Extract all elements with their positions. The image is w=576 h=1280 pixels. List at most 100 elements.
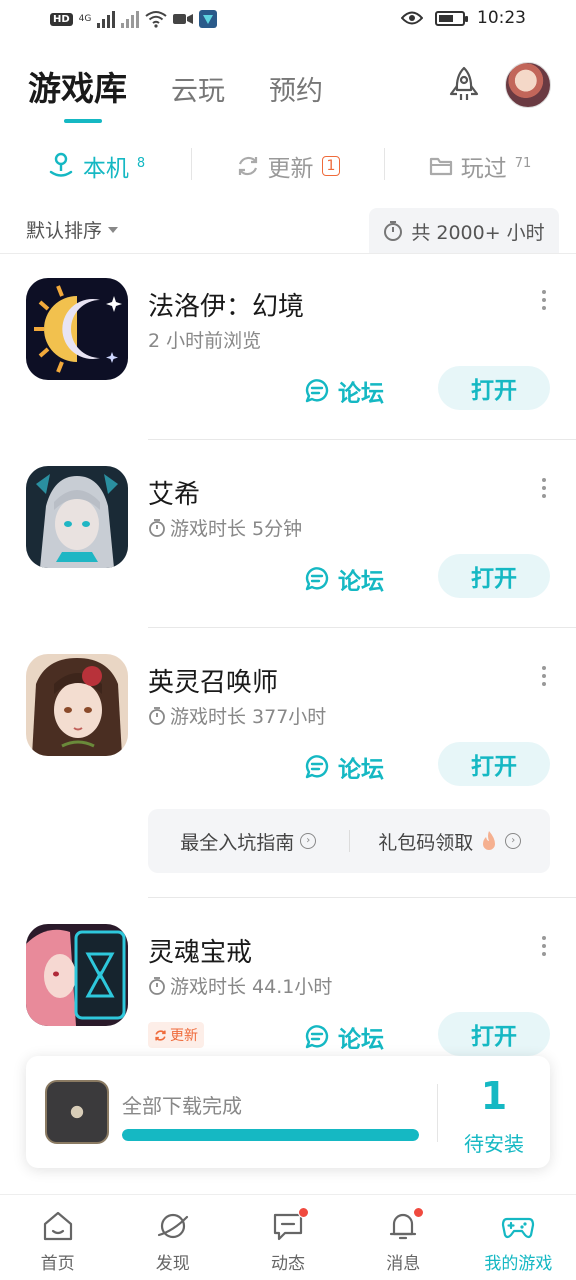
game-meta: 游戏时长 377小时 <box>148 702 326 729</box>
game-icon-soul-ring[interactable] <box>26 924 128 1026</box>
timer-icon <box>384 221 403 241</box>
more-options-icon[interactable] <box>540 666 548 686</box>
game-name[interactable]: 英灵召唤师 <box>148 662 278 699</box>
battery-icon <box>435 10 468 26</box>
timer-icon <box>149 518 165 537</box>
open-game-button[interactable]: 打开 <box>438 742 550 786</box>
game-icon-summoner[interactable] <box>26 654 128 756</box>
game-meta: 游戏时长 5分钟 <box>148 514 302 541</box>
forum-button[interactable]: 论坛 <box>304 750 384 784</box>
nav-home[interactable]: 首页 <box>0 1195 115 1280</box>
subtab-divider <box>191 148 192 180</box>
nav-discover-label: 发现 <box>155 1254 190 1274</box>
subtab-played-count: 71 <box>514 156 532 171</box>
forum-icon <box>305 755 329 779</box>
open-game-button[interactable]: 打开 <box>438 366 550 410</box>
status-bar: HD 4G 10:23 <box>0 0 576 44</box>
sub-tabs: 本机 8 更新 1 玩过 71 <box>0 146 576 186</box>
more-options-icon[interactable] <box>540 290 548 310</box>
tab-cloud-play[interactable]: 云玩 <box>171 69 225 108</box>
refresh-icon <box>238 156 257 176</box>
forum-icon <box>305 567 329 591</box>
refresh-icon <box>155 1029 166 1041</box>
forum-button[interactable]: 论坛 <box>304 374 384 408</box>
forum-label: 论坛 <box>338 1027 384 1053</box>
subtab-played-label: 玩过 <box>460 156 507 182</box>
forum-icon <box>305 1025 329 1049</box>
game-meta: 2 小时前浏览 <box>148 326 261 353</box>
updates-count-badge: 1 <box>321 156 341 176</box>
video-icon <box>173 14 194 24</box>
network-type: 4G <box>78 14 92 24</box>
more-options-icon[interactable] <box>540 936 548 956</box>
tab-game-library[interactable]: 游戏库 <box>28 62 127 110</box>
subtab-local[interactable]: 本机 8 <box>0 146 192 186</box>
open-game-button[interactable]: 打开 <box>438 554 550 598</box>
planet-icon <box>157 1213 188 1239</box>
nav-my-games-label: 我的游戏 <box>484 1254 553 1274</box>
nav-messages[interactable]: 消息 <box>346 1195 461 1280</box>
total-playtime-label: 共 2000+ 小时 <box>411 221 545 244</box>
open-game-button[interactable]: 打开 <box>438 1012 550 1056</box>
gift-code-link[interactable]: 礼包码领取 › <box>350 828 551 855</box>
download-progress-fill <box>122 1129 419 1141</box>
update-tag: 更新 <box>148 1022 204 1048</box>
more-options-icon[interactable] <box>540 478 548 498</box>
chevron-right-icon: › <box>505 833 522 849</box>
hd-icon: HD <box>50 12 73 26</box>
notification-dot <box>413 1207 425 1218</box>
download-status-card[interactable]: 全部下载完成 1 待安装 <box>26 1056 550 1168</box>
subtab-local-label: 本机 <box>82 156 129 182</box>
active-tab-indicator <box>64 119 102 123</box>
eye-icon <box>401 11 423 25</box>
downloaded-game-icon <box>45 1080 109 1144</box>
chat-icon <box>271 1207 309 1243</box>
beginner-guide-label: 最全入坑指南 <box>180 831 295 854</box>
subtab-local-count: 8 <box>136 156 146 171</box>
subtab-played[interactable]: 玩过 71 <box>384 146 576 186</box>
timer-icon <box>149 706 165 725</box>
download-status-text: 全部下载完成 <box>122 1094 242 1118</box>
pending-install-label[interactable]: 待安装 <box>438 1128 550 1157</box>
game-name[interactable]: 灵魂宝戒 <box>148 932 252 969</box>
status-left: HD 4G <box>50 10 218 28</box>
subtab-updates[interactable]: 更新 1 <box>192 146 384 186</box>
game-icon-aisha[interactable] <box>26 466 128 568</box>
subtab-divider <box>384 148 385 180</box>
forum-button[interactable]: 论坛 <box>304 562 384 596</box>
list-top-divider <box>0 253 576 254</box>
user-avatar[interactable] <box>505 62 551 108</box>
forum-label: 论坛 <box>338 381 384 407</box>
game-icon-faroy[interactable] <box>26 278 128 380</box>
tab-reservations[interactable]: 预约 <box>269 69 323 108</box>
nav-feed[interactable]: 动态 <box>230 1195 345 1280</box>
forum-button[interactable]: 论坛 <box>304 1020 384 1054</box>
signal-2-icon <box>121 10 140 28</box>
nav-feed-label: 动态 <box>271 1254 305 1274</box>
game-name[interactable]: 艾希 <box>148 474 200 511</box>
download-progress-bar <box>122 1129 419 1141</box>
nav-my-games[interactable]: 我的游戏 <box>461 1195 576 1280</box>
signal-icon <box>97 10 116 28</box>
rocket-icon[interactable] <box>442 64 486 108</box>
home-icon <box>43 1211 72 1241</box>
game-quick-links: 最全入坑指南 › 礼包码领取 › <box>148 809 550 873</box>
game-meta-text: 游戏时长 5分钟 <box>170 518 303 540</box>
list-divider <box>148 897 576 898</box>
sort-label: 默认排序 <box>26 220 103 242</box>
status-right: 10:23 <box>401 8 526 28</box>
pending-install-count[interactable]: 1 <box>438 1074 550 1118</box>
notification-dot <box>298 1207 309 1218</box>
game-meta-text: 游戏时长 377小时 <box>170 706 327 728</box>
game-name[interactable]: 法洛伊：幻境 <box>148 286 304 323</box>
sort-dropdown[interactable]: 默认排序 <box>26 216 119 243</box>
bell-icon <box>386 1207 425 1243</box>
beginner-guide-link[interactable]: 最全入坑指南 › <box>148 828 349 855</box>
folder-icon <box>429 157 452 176</box>
nav-discover[interactable]: 发现 <box>115 1195 230 1280</box>
caret-down-icon <box>108 226 119 233</box>
bottom-nav: 首页 发现 动态 消息 我的游戏 <box>0 1194 576 1280</box>
chevron-right-icon: › <box>300 833 317 849</box>
forum-icon <box>305 379 329 403</box>
forum-label: 论坛 <box>338 757 384 783</box>
